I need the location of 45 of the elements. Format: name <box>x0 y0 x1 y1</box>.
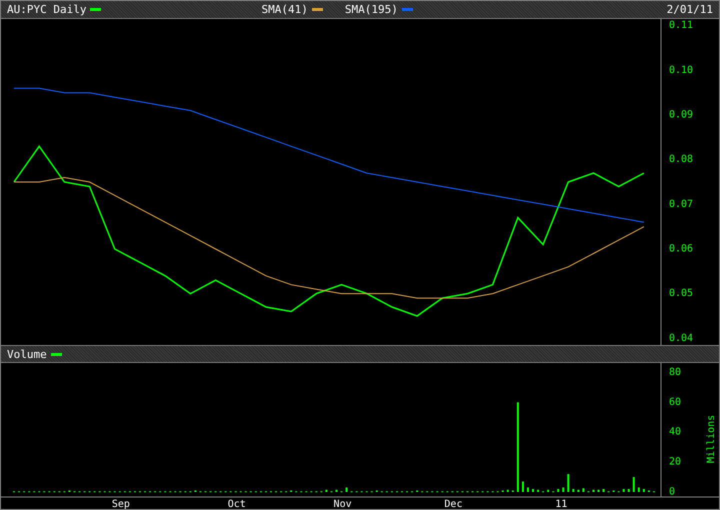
volume-bar <box>567 474 570 492</box>
volume-bar <box>572 489 574 492</box>
axis-label: 0.05 <box>669 288 694 300</box>
volume-bar <box>562 488 564 492</box>
axis-label: 60 <box>669 396 682 408</box>
axis-label: 0.10 <box>669 64 694 76</box>
volume-bar <box>506 490 509 492</box>
chart-date: 2/01/11 <box>666 3 713 16</box>
volume-bar <box>532 489 534 492</box>
axis-title: Millions <box>706 414 717 463</box>
legend-label: SMA(195) <box>344 3 398 16</box>
axis-label: 0.11 <box>669 20 694 32</box>
axis-label: 0.08 <box>669 154 694 166</box>
volume-bar <box>582 488 584 492</box>
volume-bar <box>336 490 338 492</box>
volume-bar <box>638 488 640 492</box>
axis-label: 0 <box>669 486 676 498</box>
axis-label: 11 <box>555 499 568 509</box>
axis-label: 20 <box>669 456 682 468</box>
axis-label: 80 <box>669 366 682 378</box>
volume-bar <box>622 489 625 492</box>
volume-bar <box>325 490 328 492</box>
axis-label: Dec <box>444 499 462 509</box>
volume-bar <box>632 477 635 492</box>
legend-label: Volume <box>7 348 47 360</box>
axis-label: Oct <box>228 499 246 509</box>
volume-bar <box>577 490 580 492</box>
volume-bar <box>522 482 524 492</box>
volume-bar <box>628 489 630 492</box>
volume-bar <box>557 489 560 492</box>
volume-bar <box>547 490 550 492</box>
volume-bar <box>602 489 605 492</box>
axis-label: 0.09 <box>669 110 694 121</box>
legend-label: SMA(41) <box>261 3 308 16</box>
axis-label: 40 <box>669 426 682 438</box>
volume-bar <box>598 490 600 492</box>
axis-label: 0.07 <box>669 198 694 210</box>
volume-bar <box>537 490 540 492</box>
axis-label: Sep <box>112 499 130 509</box>
axis-label: 0.04 <box>669 332 694 344</box>
volume-bar <box>642 489 645 492</box>
axis-label: Nov <box>334 499 352 509</box>
legend-label: AU:PYC Daily <box>7 3 86 16</box>
volume-bar <box>346 488 348 492</box>
axis-label: 0.06 <box>669 243 694 254</box>
